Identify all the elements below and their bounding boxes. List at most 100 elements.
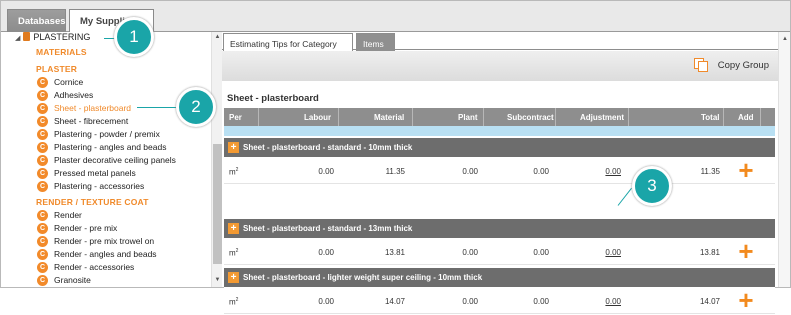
col-plant: Plant [458,113,478,122]
category-bullet-icon: C [37,76,48,88]
inner-tab-bar: Estimating Tips for Category Items [222,32,778,52]
adjustment-link[interactable]: 0.00 [605,248,621,257]
unit-cell: m2 [229,297,239,307]
total-cell: 13.81 [699,248,720,257]
scroll-up-arrow-icon[interactable]: ▲ [779,36,791,42]
expand-plus-icon[interactable]: + [228,142,239,153]
adjustment-link[interactable]: 0.00 [605,167,621,176]
table-row: m2 0.00 11.35 0.00 0.00 0.00 11.35 + [224,157,775,184]
col-material: Material [374,113,405,122]
column-header-row: Per Labour Material Plant Subcontract Ad… [224,108,775,126]
category-bullet-icon: C [37,222,48,234]
plant-cell: 0.00 [462,167,478,176]
col-per: Per [229,113,242,122]
tree-item[interactable]: C Pressed metal panels [37,167,136,179]
category-bullet-icon: C [37,274,48,286]
callout-badge-1: 1 [114,17,154,57]
tree-root-plastering[interactable]: ◢ PLASTERING [15,32,90,46]
category-bullet-icon: C [37,167,48,179]
tree-root-label: PLASTERING [33,32,91,42]
toolbar: Copy Group [222,51,778,81]
add-item-button[interactable]: + [736,157,756,183]
tree-item[interactable]: C Adhesives [37,89,93,101]
expand-plus-icon[interactable]: + [228,272,239,283]
plant-cell: 0.00 [462,248,478,257]
category-bullet-icon: C [37,154,48,166]
group-header-row[interactable]: + Sheet - plasterboard - lighter weight … [224,268,775,287]
tree-item[interactable]: C Plaster decorative ceiling panels [37,154,176,166]
callout-badge-3: 3 [632,166,672,206]
category-bullet-icon: C [37,89,48,101]
labour-cell: 0.00 [318,248,334,257]
material-cell: 13.81 [384,248,405,257]
category-bullet-icon: C [37,209,48,221]
labour-cell: 0.00 [318,167,334,176]
adjustment-link[interactable]: 0.00 [605,297,621,306]
tree-item[interactable]: C Render - pre mix trowel on [37,235,154,247]
category-bullet-icon: C [37,128,48,140]
expand-plus-icon[interactable]: + [228,223,239,234]
scroll-down-arrow-icon[interactable]: ▼ [212,277,222,283]
labour-cell: 0.00 [318,297,334,306]
col-subcontract: Subcontract [507,113,554,122]
callout-badge-2: 2 [176,87,216,127]
table-row: m2 0.00 14.07 0.00 0.00 0.00 14.07 + [224,287,775,314]
total-cell: 14.07 [699,297,720,306]
category-bullet-icon: C [37,248,48,260]
subcontract-cell: 0.00 [533,297,549,306]
unit-cell: m2 [229,248,239,258]
col-adjustment: Adjustment [580,113,624,122]
tree-item[interactable]: C Sheet - fibrecement [37,115,128,127]
scroll-up-arrow-icon[interactable]: ▲ [212,34,222,40]
category-bullet-icon: C [37,180,48,192]
tab-estimating-tips[interactable]: Estimating Tips for Category [223,33,353,52]
tab-databases[interactable]: Databases [7,9,66,32]
category-bullet-icon: C [37,141,48,153]
category-bullet-icon: C [37,102,48,114]
category-tree: ◢ PLASTERING MATERIALS PLASTER C Cornice C… [1,32,222,287]
material-cell: 14.07 [384,297,405,306]
tree-item[interactable]: C Render [37,209,82,221]
callout-leader [137,107,179,108]
subcontract-cell: 0.00 [533,167,549,176]
copy-group-label: Copy Group [717,59,769,71]
tree-item[interactable]: C Granosite [37,274,91,286]
tree-item[interactable]: C Cornice [37,76,83,88]
tree-item[interactable]: C Plastering - accessories [37,180,144,192]
render-heading: RENDER / TEXTURE COAT [36,197,149,207]
section-title: Sheet - plasterboard [227,93,319,104]
scroll-thumb[interactable] [213,144,222,264]
tree-item[interactable]: C Plastering - powder / premix [37,128,160,140]
col-total: Total [701,113,720,122]
col-add: Add [738,113,754,122]
tree-item[interactable]: C Render - angles and beads [37,248,157,260]
category-bullet-icon: C [37,115,48,127]
tree-item-selected[interactable]: C Sheet - plasterboard [37,102,131,114]
add-item-button[interactable]: + [736,238,756,264]
subcontract-cell: 0.00 [533,248,549,257]
collapse-arrow-icon[interactable]: ◢ [15,35,20,42]
tab-items[interactable]: Items [356,33,395,51]
category-bullet-icon: C [37,235,48,247]
add-item-button[interactable]: + [736,287,756,313]
material-cell: 11.35 [385,167,405,176]
plaster-heading: PLASTER [36,64,78,74]
tree-item[interactable]: C Render - pre mix [37,222,117,234]
copy-group-button[interactable]: Copy Group [693,58,769,72]
group-header-row[interactable]: + Sheet - plasterboard - standard - 10mm… [224,138,775,157]
col-labour: Labour [304,113,332,122]
highlight-band [224,126,775,136]
panel-scrollbar[interactable]: ▲ [778,32,790,287]
book-icon [23,32,31,41]
items-panel: Estimating Tips for Category Items ▲ Cop… [222,32,790,314]
tree-item[interactable]: C Render - accessories [37,261,134,273]
copy-icon [693,58,709,72]
tree-item[interactable]: C Plastering - angles and beads [37,141,166,153]
total-cell: 11.35 [700,167,720,176]
tree-scrollbar[interactable]: ▲ ▼ [211,32,222,287]
table-row: m2 0.00 13.81 0.00 0.00 0.00 13.81 + [224,238,775,265]
plant-cell: 0.00 [462,297,478,306]
unit-cell: m2 [229,167,239,177]
category-bullet-icon: C [37,261,48,273]
group-header-row[interactable]: + Sheet - plasterboard - standard - 13mm… [224,219,775,238]
